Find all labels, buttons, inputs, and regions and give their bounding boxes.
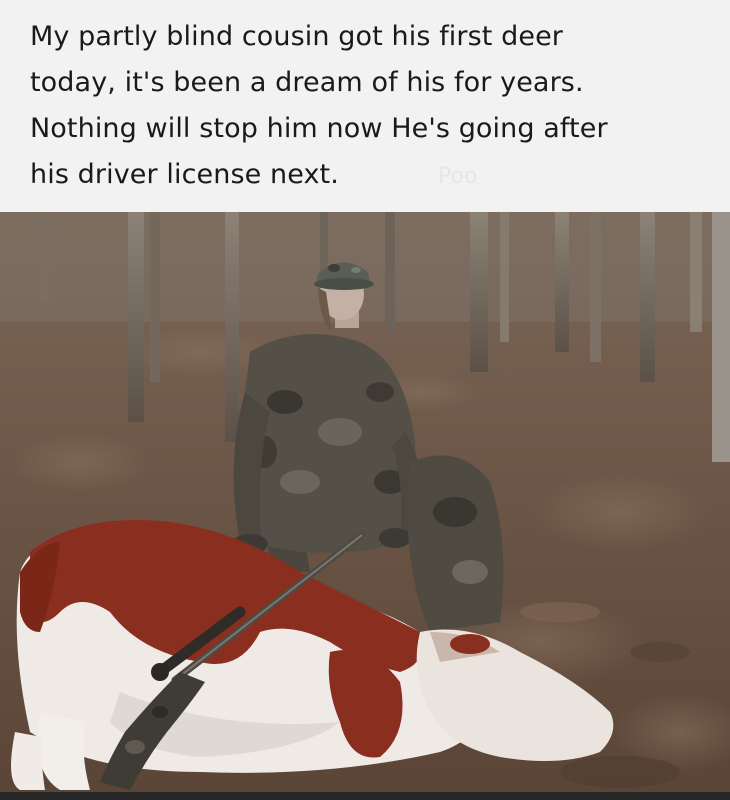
caption-line-3: Nothing will stop him now He's going aft… bbox=[30, 113, 608, 144]
bottom-bar bbox=[0, 792, 730, 800]
caption-line-2: today, it's been a dream of his for year… bbox=[30, 67, 584, 98]
watermark-text: Poo bbox=[438, 164, 478, 189]
caption-line-4: his driver license next. bbox=[30, 159, 339, 190]
photo bbox=[0, 212, 730, 792]
caption-text: My partly blind cousin got his first dee… bbox=[30, 14, 710, 198]
camo-bag bbox=[407, 455, 504, 632]
photo-illustration bbox=[0, 212, 730, 792]
forest-backdrop bbox=[0, 212, 730, 322]
caption-line-1: My partly blind cousin got his first dee… bbox=[30, 21, 563, 52]
meme-post: My partly blind cousin got his first dee… bbox=[0, 0, 730, 800]
